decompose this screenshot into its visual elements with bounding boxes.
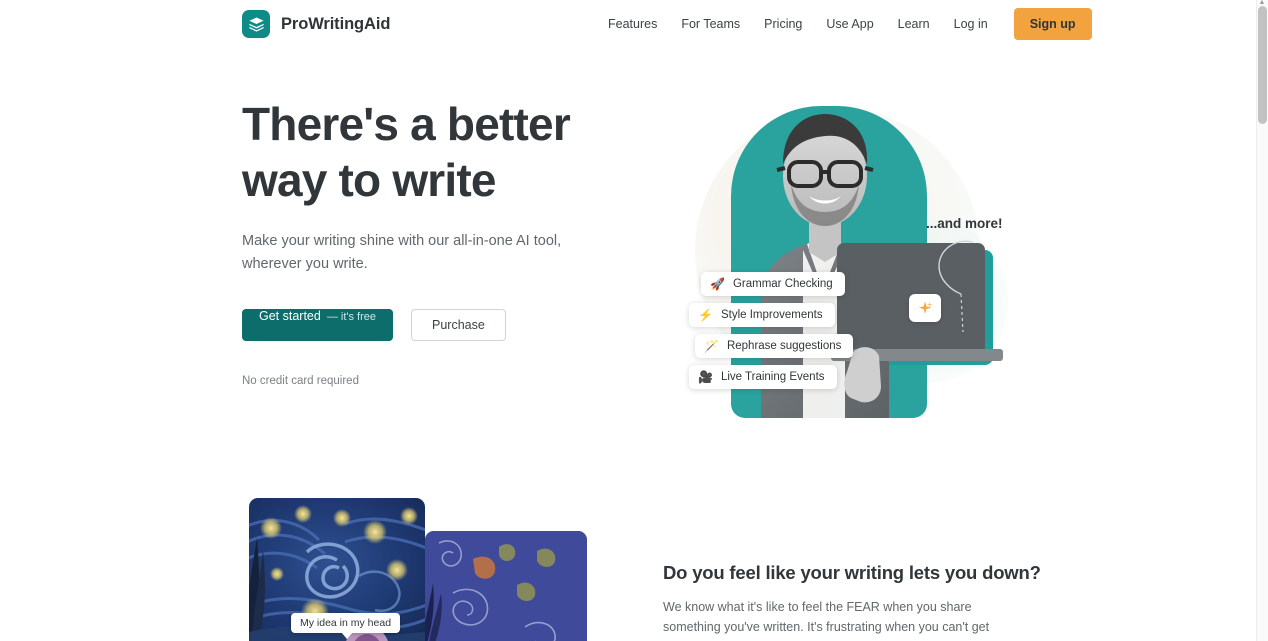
brand-logo-link[interactable]: ProWritingAid	[242, 10, 390, 38]
get-started-label: Get started	[259, 309, 321, 323]
magic-wand-icon: 🪄	[704, 339, 719, 353]
hero-section: There's a better way to write Make your …	[0, 48, 1256, 468]
sign-up-button[interactable]: Sign up	[1013, 8, 1092, 40]
lightning-icon: ⚡	[698, 308, 713, 322]
balloon-icon	[938, 240, 974, 333]
nav-item-learn[interactable]: Learn	[886, 11, 942, 37]
page-title: There's a better way to write	[242, 98, 571, 206]
lower-section-title: Do you feel like your writing lets you d…	[663, 562, 1041, 583]
feature-badge-style-improvements[interactable]: ⚡ Style Improvements	[689, 303, 835, 327]
hero-illustration: ...and more! 🚀 Grammar Checking ⚡ Style …	[655, 98, 1055, 438]
purchase-button[interactable]: Purchase	[411, 309, 506, 341]
hero-subtitle: Make your writing shine with our all-in-…	[242, 233, 562, 272]
idea-in-my-head-label: My idea in my head	[291, 613, 401, 639]
page-root: ProWritingAid Features For Teams Pricing…	[0, 0, 1268, 641]
feature-badge-live-training-events[interactable]: 🎥 Live Training Events	[689, 365, 837, 389]
no-credit-card-note: No credit card required	[242, 375, 359, 387]
nav-item-for-teams[interactable]: For Teams	[669, 11, 752, 37]
feature-badge-label: Style Improvements	[720, 309, 823, 321]
page-scrollbar-thumb[interactable]	[1258, 6, 1267, 124]
lower-copy: Do you feel like your writing lets you d…	[663, 562, 1041, 641]
feature-badge-label: Live Training Events	[720, 371, 825, 383]
feature-badge-list: 🚀 Grammar Checking ⚡ Style Improvements …	[689, 272, 854, 396]
hero-copy: There's a better way to write Make your …	[242, 96, 642, 387]
rocket-icon: 🚀	[710, 277, 725, 291]
main-navigation: Features For Teams Pricing Use App Learn…	[596, 8, 1092, 40]
feature-badge-rephrase-suggestions[interactable]: 🪄 Rephrase suggestions	[695, 334, 854, 358]
laptop-base	[831, 349, 1003, 361]
sparkle-icon	[909, 294, 941, 322]
and-more-label: ...and more!	[926, 216, 1003, 231]
nav-item-pricing[interactable]: Pricing	[752, 11, 814, 37]
lower-section: Do you feel like your writing lets you d…	[0, 468, 1256, 641]
simplified-painting	[425, 531, 587, 641]
nav-item-features[interactable]: Features	[596, 11, 669, 37]
nav-item-log-in[interactable]: Log in	[942, 11, 1000, 37]
get-started-button[interactable]: Get started — it's free	[242, 309, 394, 341]
feature-badge-label: Grammar Checking	[732, 278, 833, 290]
get-started-free-suffix: — it's free	[326, 311, 377, 323]
brand-name: ProWritingAid	[281, 14, 391, 33]
site-header: ProWritingAid Features For Teams Pricing…	[0, 0, 1256, 48]
book-logo-icon	[242, 10, 270, 38]
movie-camera-icon: 🎥	[698, 370, 713, 384]
feature-badge-label: Rephrase suggestions	[726, 340, 842, 352]
feature-badge-grammar-checking[interactable]: 🚀 Grammar Checking	[701, 272, 845, 296]
hero-actions: Get started — it's free Purchase	[242, 309, 642, 341]
page-scrollbar-track[interactable]: ▲	[1256, 0, 1268, 641]
lower-section-body: We know what it's like to feel the FEAR …	[663, 600, 990, 641]
nav-item-use-app[interactable]: Use App	[814, 11, 885, 37]
